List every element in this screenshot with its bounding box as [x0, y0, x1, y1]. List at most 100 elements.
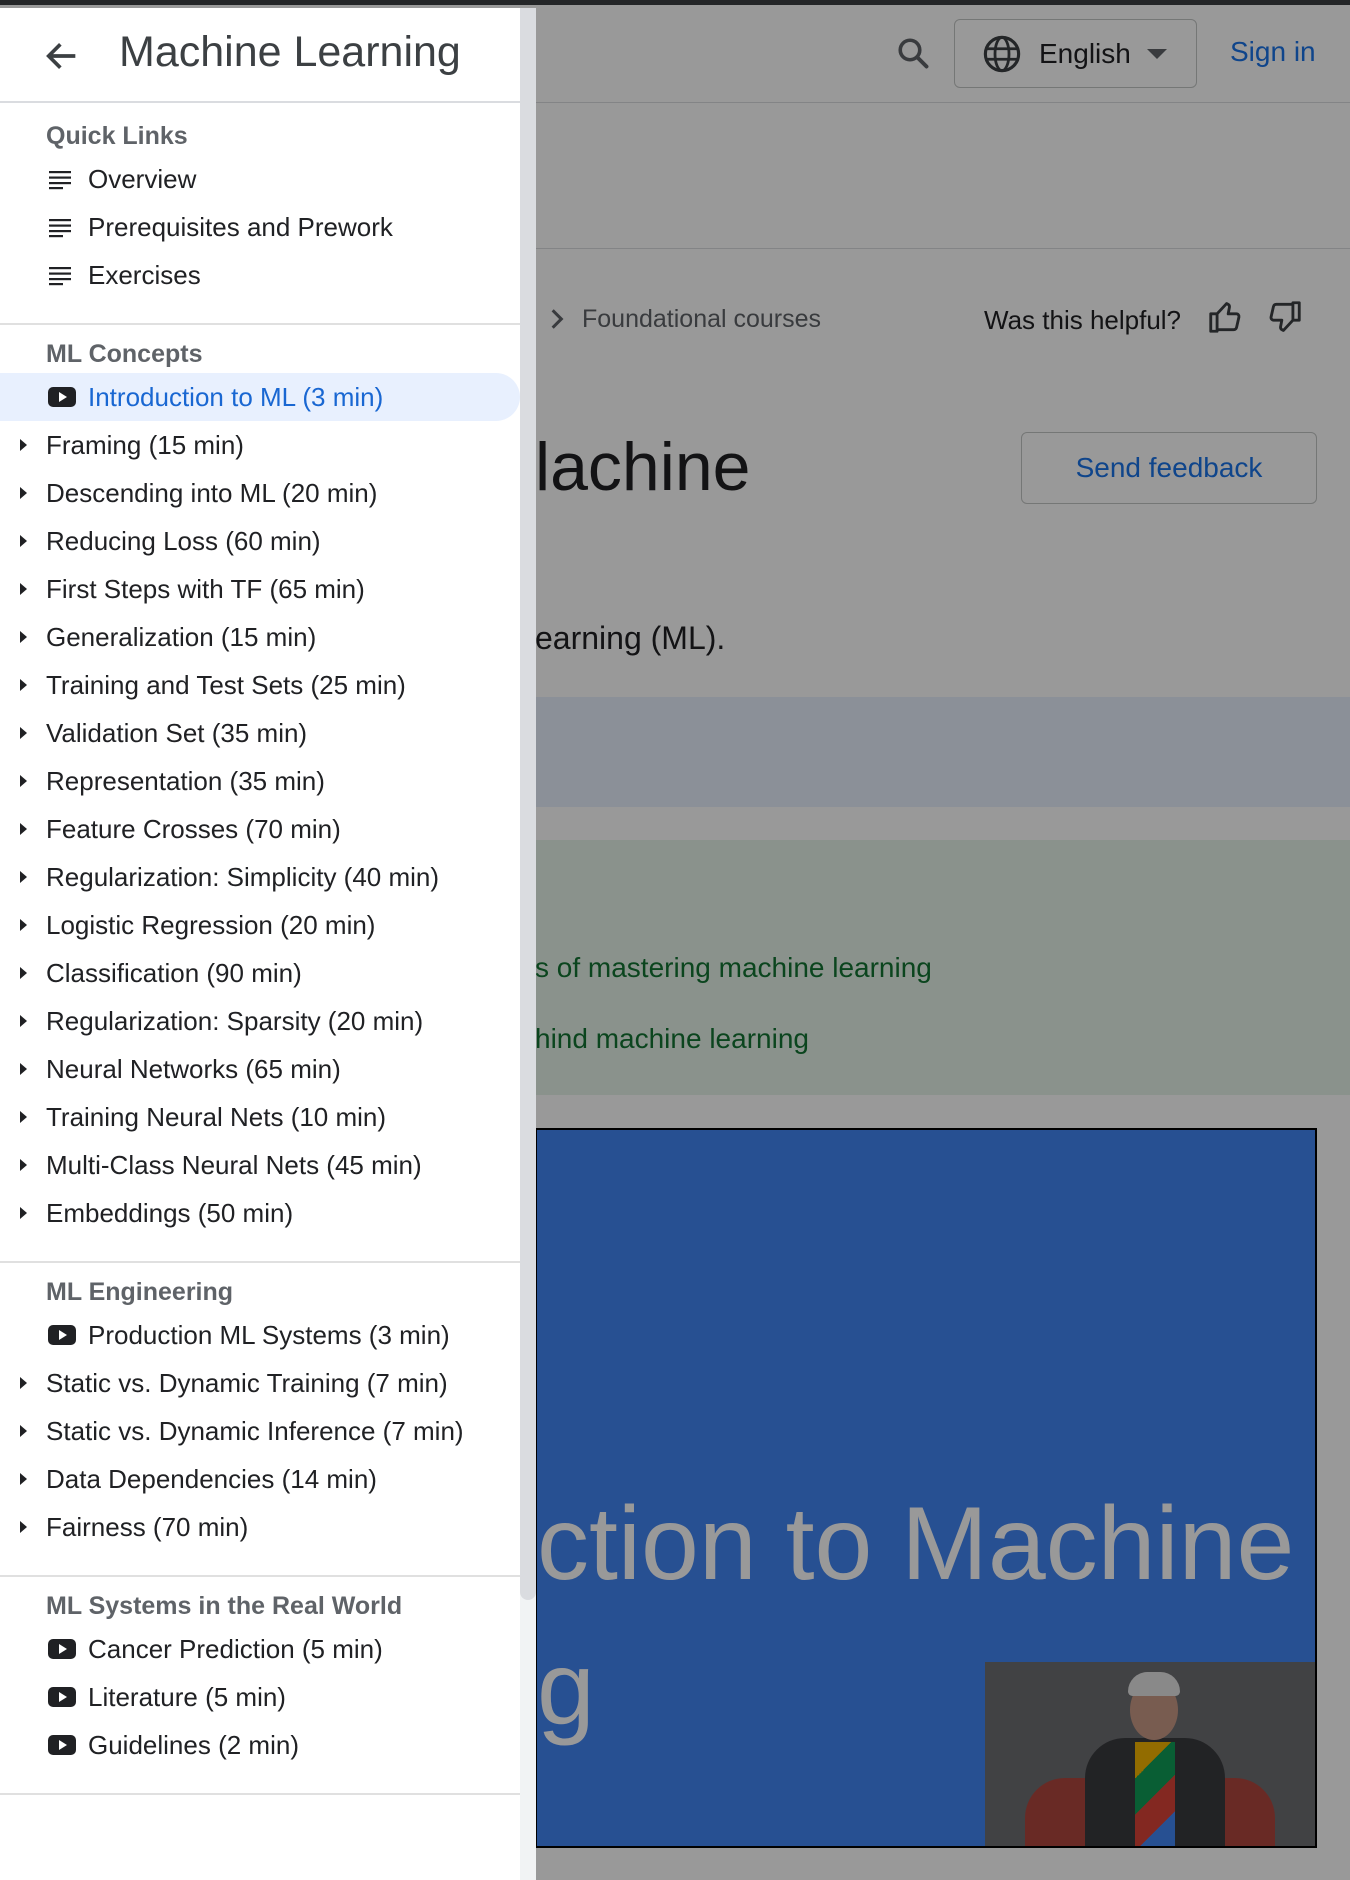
expand-icon[interactable] [20, 1207, 27, 1219]
navigation-drawer: Machine Learning Quick Links Overview Prer… [0, 8, 536, 1880]
expand-icon[interactable] [20, 727, 27, 739]
expand-icon[interactable] [20, 583, 27, 595]
expand-icon[interactable] [20, 535, 27, 547]
expand-icon[interactable] [20, 1473, 27, 1485]
nav-item[interactable]: Literature (5 min) [0, 1673, 520, 1721]
arrow-left-icon [46, 43, 76, 69]
expand-icon[interactable] [20, 1377, 27, 1389]
nav-item-label: Guidelines (2 min) [88, 1730, 299, 1760]
nav-item[interactable]: Regularization: Simplicity (40 min) [0, 853, 520, 901]
nav-item-label: Cancer Prediction (5 min) [88, 1634, 383, 1664]
nav-item-label: Descending into ML (20 min) [46, 478, 378, 508]
expand-icon[interactable] [20, 967, 27, 979]
nav-item-label: Introduction to ML (3 min) [88, 382, 384, 412]
scrollbar-thumb[interactable] [520, 8, 536, 1600]
nav-item[interactable]: Overview [0, 155, 520, 203]
nav-item-label: Overview [88, 164, 197, 194]
drawer-header: Machine Learning [0, 8, 520, 103]
nav-item[interactable]: Training and Test Sets (25 min) [0, 661, 520, 709]
nav-item-label: Static vs. Dynamic Training (7 min) [46, 1368, 448, 1398]
nav-item[interactable]: Classification (90 min) [0, 949, 520, 997]
nav-item-label: Embeddings (50 min) [46, 1198, 294, 1228]
nav-item-label: Prerequisites and Prework [88, 212, 393, 242]
nav-item-label: Validation Set (35 min) [46, 718, 308, 748]
nav-item[interactable]: Representation (35 min) [0, 757, 520, 805]
nav-section-title: ML Systems in the Real World [46, 1592, 403, 1620]
nav-section-title: Quick Links [46, 122, 188, 150]
back-button[interactable] [38, 32, 86, 80]
nav-item[interactable]: Static vs. Dynamic Training (7 min) [0, 1359, 520, 1407]
nav-item[interactable]: Production ML Systems (3 min) [0, 1311, 520, 1359]
nav-item-label: Generalization (15 min) [46, 622, 317, 652]
expand-icon[interactable] [20, 775, 27, 787]
nav-item[interactable]: Exercises [0, 251, 520, 299]
nav-item[interactable]: Multi-Class Neural Nets (45 min) [0, 1141, 520, 1189]
nav-item[interactable]: Static vs. Dynamic Inference (7 min) [0, 1407, 520, 1455]
nav-section-title: ML Concepts [46, 340, 203, 368]
nav-item[interactable]: Generalization (15 min) [0, 613, 520, 661]
nav-section: Quick Links Overview Prerequisites and Pre… [0, 103, 520, 325]
nav-item-label: Neural Networks (65 min) [46, 1054, 341, 1084]
nav-item[interactable]: Feature Crosses (70 min) [0, 805, 520, 853]
nav-item-label: Multi-Class Neural Nets (45 min) [46, 1150, 422, 1180]
list-icon [48, 215, 76, 239]
expand-icon[interactable] [20, 1425, 27, 1437]
nav-item-label: Representation (35 min) [46, 766, 325, 796]
nav-item[interactable]: Regularization: Sparsity (20 min) [0, 997, 520, 1045]
nav-item[interactable]: Data Dependencies (14 min) [0, 1455, 520, 1503]
expand-icon[interactable] [20, 871, 27, 883]
nav-item[interactable]: Framing (15 min) [0, 421, 520, 469]
nav-item[interactable]: Prerequisites and Prework [0, 203, 520, 251]
expand-icon[interactable] [20, 1111, 27, 1123]
nav-item[interactable]: Introduction to ML (3 min) [0, 373, 520, 421]
nav-item-label: Reducing Loss (60 min) [46, 526, 321, 556]
youtube-icon [48, 1323, 76, 1347]
nav-section: ML Systems in the Real World Cancer Predi… [0, 1577, 520, 1795]
nav-section: ML Engineering Production ML Systems (3 m… [0, 1263, 520, 1577]
nav-section-title: ML Engineering [46, 1278, 234, 1306]
nav-item-label: Exercises [88, 260, 201, 290]
nav-section: ML Concepts Introduction to ML (3 min) Fra… [0, 325, 520, 1263]
expand-icon[interactable] [20, 439, 27, 451]
nav-item-label: Logistic Regression (20 min) [46, 910, 376, 940]
list-icon [48, 167, 76, 191]
nav-item-label: Literature (5 min) [88, 1682, 286, 1712]
nav-item[interactable]: Neural Networks (65 min) [0, 1045, 520, 1093]
nav-item[interactable]: Logistic Regression (20 min) [0, 901, 520, 949]
list-icon [48, 263, 76, 287]
nav-item-label: Feature Crosses (70 min) [46, 814, 341, 844]
expand-icon[interactable] [20, 1063, 27, 1075]
nav-item-label: Data Dependencies (14 min) [46, 1464, 377, 1494]
nav-item-label: Production ML Systems (3 min) [88, 1320, 450, 1350]
nav-item-label: Regularization: Simplicity (40 min) [46, 862, 440, 892]
youtube-icon [48, 1733, 76, 1757]
nav-item[interactable]: Descending into ML (20 min) [0, 469, 520, 517]
youtube-icon [48, 1637, 76, 1661]
expand-icon[interactable] [20, 1521, 27, 1533]
nav-item-label: Regularization: Sparsity (20 min) [46, 1006, 424, 1036]
drawer-title: Machine Learning [119, 28, 461, 76]
nav-item[interactable]: Validation Set (35 min) [0, 709, 520, 757]
expand-icon[interactable] [20, 631, 27, 643]
nav-item-label: Training Neural Nets (10 min) [46, 1102, 387, 1132]
nav-item-label: Static vs. Dynamic Inference (7 min) [46, 1416, 464, 1446]
youtube-icon [48, 1685, 76, 1709]
expand-icon[interactable] [20, 823, 27, 835]
nav-item[interactable]: Reducing Loss (60 min) [0, 517, 520, 565]
nav-item-label: First Steps with TF (65 min) [46, 574, 365, 604]
nav-item[interactable]: Guidelines (2 min) [0, 1721, 520, 1769]
nav-item-label: Framing (15 min) [46, 430, 244, 460]
nav-item[interactable]: Fairness (70 min) [0, 1503, 520, 1551]
nav-item[interactable]: Embeddings (50 min) [0, 1189, 520, 1237]
drawer-nav: Quick Links Overview Prerequisites and Pre… [0, 103, 520, 1795]
expand-icon[interactable] [20, 1159, 27, 1171]
expand-icon[interactable] [20, 1015, 27, 1027]
expand-icon[interactable] [20, 487, 27, 499]
expand-icon[interactable] [20, 679, 27, 691]
nav-item[interactable]: Cancer Prediction (5 min) [0, 1625, 520, 1673]
nav-item-label: Training and Test Sets (25 min) [46, 670, 406, 700]
nav-item[interactable]: First Steps with TF (65 min) [0, 565, 520, 613]
nav-item[interactable]: Training Neural Nets (10 min) [0, 1093, 520, 1141]
expand-icon[interactable] [20, 919, 27, 931]
nav-item-label: Fairness (70 min) [46, 1512, 249, 1542]
